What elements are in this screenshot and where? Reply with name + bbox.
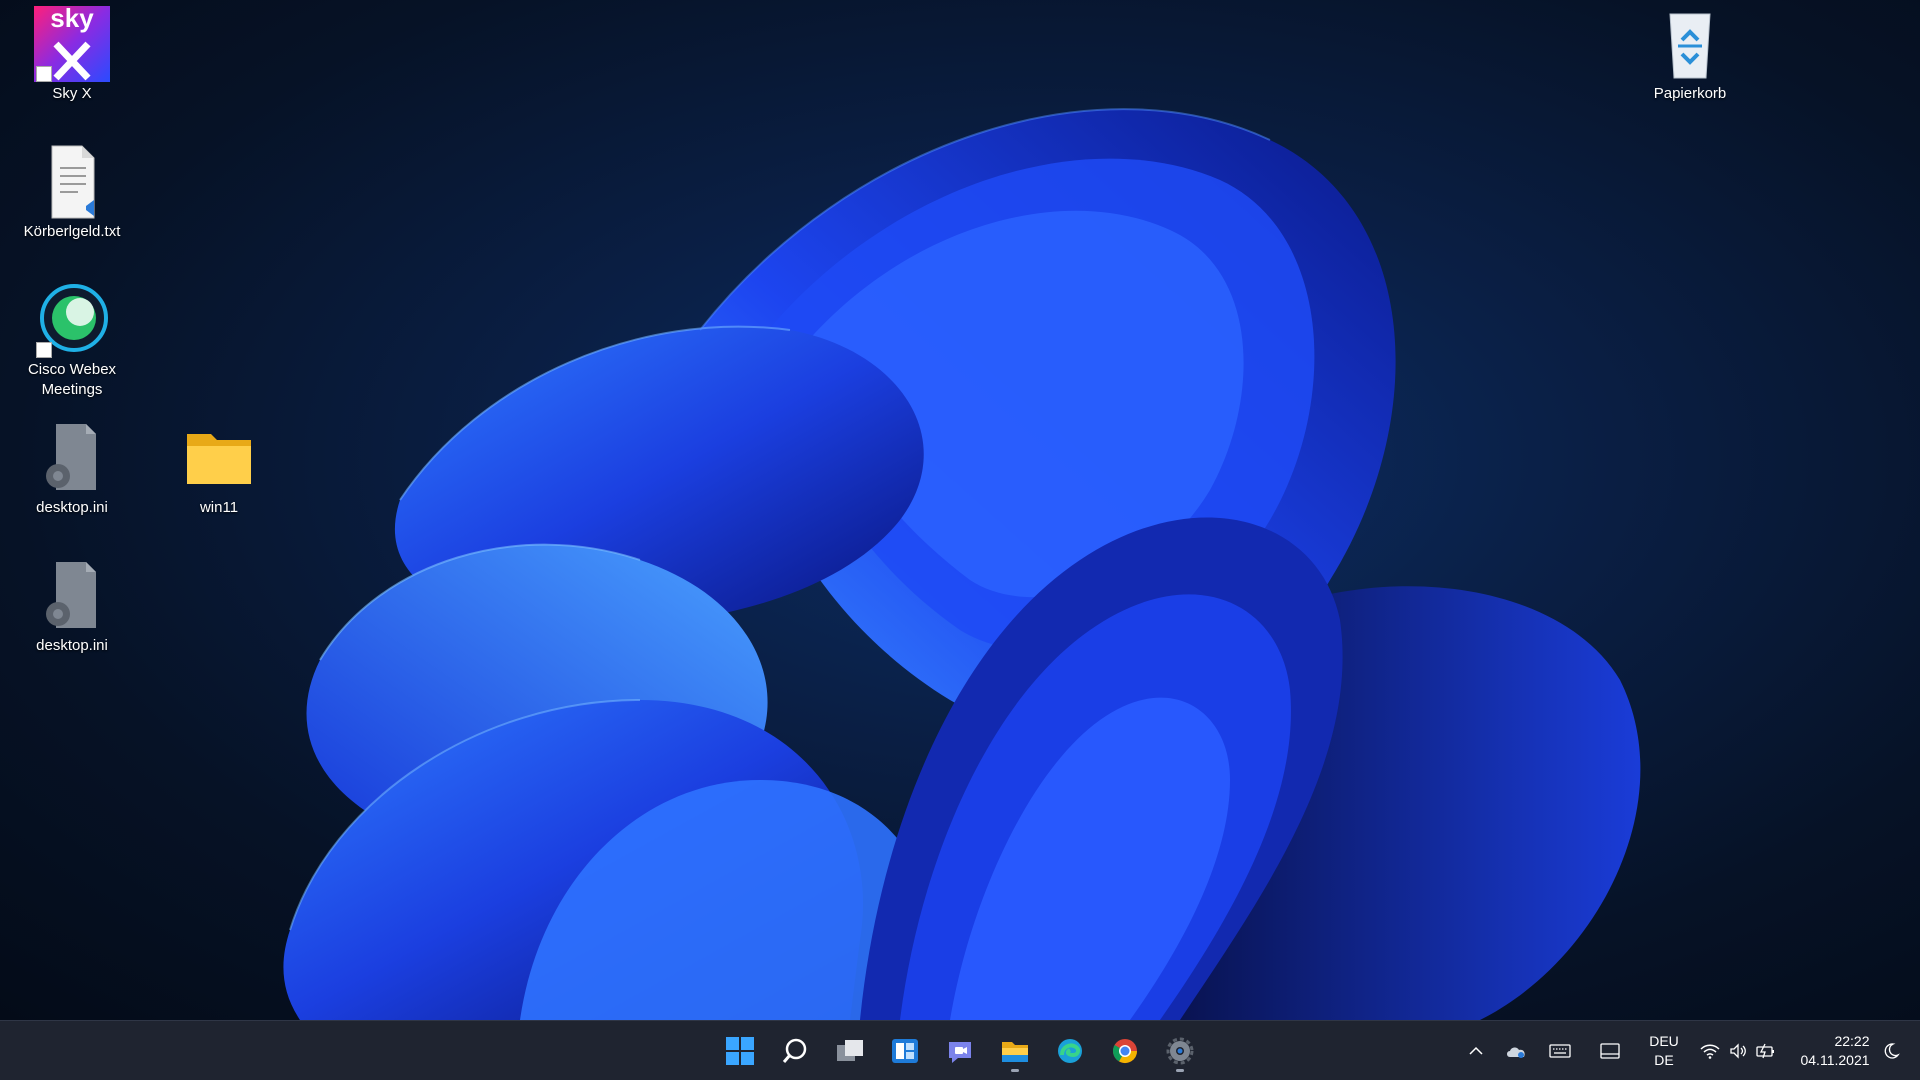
quick-settings-button[interactable] (1696, 1021, 1780, 1081)
sky-logo-text: sky (50, 3, 94, 33)
teams-chat-icon (949, 1042, 971, 1063)
keyboard-layout-code: DE (1654, 1052, 1674, 1068)
icon-label: desktop.ini (36, 637, 108, 654)
onedrive-tray[interactable] (1502, 1021, 1530, 1081)
icon-label: Cisco Webex Meetings (27, 361, 117, 398)
keyboard-icon (1549, 1044, 1571, 1058)
icon-label: Körberlgeld.txt (23, 223, 121, 240)
sky-x-icon: sky (34, 3, 110, 82)
widgets-icon (892, 1039, 918, 1063)
file-explorer-button[interactable] (993, 1029, 1037, 1073)
webex-icon (34, 282, 110, 358)
edge-button[interactable] (1048, 1029, 1092, 1073)
icon-label: Papierkorb (1653, 85, 1727, 102)
desktop-icon-sky-x[interactable]: sky Sky X (12, 3, 132, 104)
tablet-icon (1600, 1043, 1620, 1059)
icon-label: win11 (199, 499, 239, 516)
chevron-up-icon (1469, 1046, 1483, 1055)
system-file-icon (34, 558, 110, 634)
teams-chat-button[interactable] (938, 1029, 982, 1073)
desktop-icon-win11-folder[interactable]: win11 (159, 420, 279, 518)
desktop-icon-recycle-bin[interactable]: Papierkorb (1630, 6, 1750, 104)
search-icon (782, 1038, 807, 1063)
shortcut-arrow-icon (36, 66, 52, 82)
file-explorer-icon (1002, 1042, 1028, 1062)
running-indicator (1011, 1069, 1019, 1072)
touch-keyboard-button[interactable] (1546, 1021, 1574, 1081)
battery-charging-icon (1755, 1043, 1774, 1059)
desktop-background: sky Sky X Körberlgeld.txt Cisco Webex Me… (0, 0, 1920, 1020)
system-file-icon (34, 420, 110, 496)
pen-workspace-button[interactable] (1596, 1021, 1624, 1081)
settings-icon (1166, 1037, 1194, 1065)
text-file-icon (34, 144, 110, 220)
start-button[interactable] (718, 1029, 762, 1073)
desktop-icon-desktop-ini-2[interactable]: desktop.ini (12, 558, 132, 656)
settings-button[interactable] (1158, 1029, 1202, 1073)
shortcut-arrow-icon (36, 342, 52, 358)
edge-icon (1058, 1039, 1082, 1063)
notifications-button[interactable] (1874, 1021, 1908, 1081)
clock-time: 22:22 (1834, 1033, 1870, 1049)
start-icon (726, 1037, 754, 1065)
clock-button[interactable]: 22:22 04.11.2021 (1790, 1021, 1880, 1081)
desktop-icon-desktop-ini[interactable]: desktop.ini (12, 420, 132, 518)
running-indicator (1176, 1069, 1184, 1072)
folder-icon (181, 420, 257, 496)
desktop-icon-koerberlgeld[interactable]: Körberlgeld.txt (12, 144, 132, 242)
cloud-icon (1507, 1047, 1525, 1058)
icon-label: Sky X (52, 85, 92, 102)
bloom-wallpaper (283, 108, 1641, 1020)
chrome-button[interactable] (1103, 1029, 1147, 1073)
show-hidden-icons-button[interactable] (1462, 1021, 1490, 1081)
focus-assist-moon-icon (1884, 1043, 1900, 1059)
desktop-icon-cisco-webex[interactable]: Cisco Webex Meetings (12, 282, 132, 400)
volume-icon (1730, 1043, 1746, 1059)
task-view-button[interactable] (828, 1029, 872, 1073)
search-button[interactable] (773, 1029, 817, 1073)
input-language-button[interactable]: DEU DE (1642, 1021, 1686, 1081)
wifi-icon (1700, 1044, 1720, 1059)
recycle-bin-icon (1652, 6, 1728, 82)
widgets-button[interactable] (883, 1029, 927, 1073)
clock-date: 04.11.2021 (1800, 1052, 1870, 1068)
task-view-icon (837, 1040, 863, 1061)
chrome-icon (1112, 1039, 1137, 1064)
language-code: DEU (1649, 1033, 1679, 1049)
icon-label: desktop.ini (36, 499, 108, 516)
taskbar: DEU DE 22:22 04.11.2021 (0, 1020, 1920, 1080)
